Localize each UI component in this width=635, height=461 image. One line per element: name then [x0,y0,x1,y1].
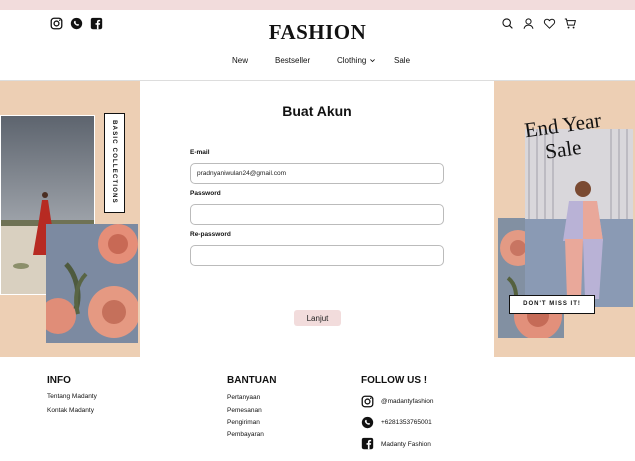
whatsapp-icon[interactable] [361,416,374,429]
chevron-down-icon [369,59,375,63]
top-accent-bar [0,0,635,10]
repassword-label: Re-password [190,231,231,238]
continue-button[interactable]: Lanjut [294,310,341,326]
footer-link-pengiriman[interactable]: Pengiriman [227,419,260,426]
email-field[interactable] [190,163,444,184]
basic-collections-label: BASIC COLLECTIONS [111,120,117,204]
footer-follow-title: FOLLOW US ! [361,375,428,386]
password-label: Password [190,190,221,197]
footer-info-title: INFO [47,375,71,386]
instagram-icon[interactable] [361,395,374,408]
footer-whatsapp-number[interactable]: +6281353765001 [381,419,432,426]
footer-link-kontak[interactable]: Kontak Madanty [47,407,94,414]
footer-link-tentang[interactable]: Tentang Madanty [47,393,97,400]
left-collage: BASIC COLLECTIONS [0,81,140,357]
header-actions [501,17,577,30]
site-footer: INFO Tentang Madanty Kontak Madanty BANT… [0,357,635,461]
password-field[interactable] [190,204,444,225]
nav-item-clothing[interactable]: Clothing [337,56,376,65]
basic-collections-tag: BASIC COLLECTIONS [104,113,125,213]
facebook-icon[interactable] [361,437,374,450]
nav-item-sale[interactable]: Sale [394,56,410,65]
footer-instagram-handle[interactable]: @madantyfashion [381,398,434,405]
footer-link-pemesanan[interactable]: Pemesanan [227,407,262,414]
heart-icon[interactable] [543,17,556,30]
create-account-form: Buat Akun E-mail Password Re-password La… [140,81,494,357]
repassword-field[interactable] [190,245,444,266]
footer-link-pembayaran[interactable]: Pembayaran [227,431,264,438]
main-section: BASIC COLLECTIONS Buat Akun E-mail Passw… [0,81,635,357]
footer-bantuan-title: BANTUAN [227,375,277,386]
footer-facebook-page[interactable]: Madanty Fashion [381,441,431,448]
user-icon[interactable] [522,17,535,30]
rose-painting-left [46,224,138,343]
nav-item-new[interactable]: New [232,56,248,65]
form-title: Buat Akun [282,103,352,119]
nav-item-clothing-label: Clothing [337,56,367,65]
dont-miss-it-button[interactable]: DON'T MISS IT! [509,295,595,314]
email-label: E-mail [190,149,210,156]
search-icon[interactable] [501,17,514,30]
footer-link-pertanyaan[interactable]: Pertanyaan [227,394,260,401]
promo-panel: End Year Sale DON'T MISS IT! [494,81,635,357]
cart-icon[interactable] [564,17,577,30]
nav-item-bestseller[interactable]: Bestseller [275,56,310,65]
site-header: FASHION New Bestseller Clothing Sale [0,10,635,81]
